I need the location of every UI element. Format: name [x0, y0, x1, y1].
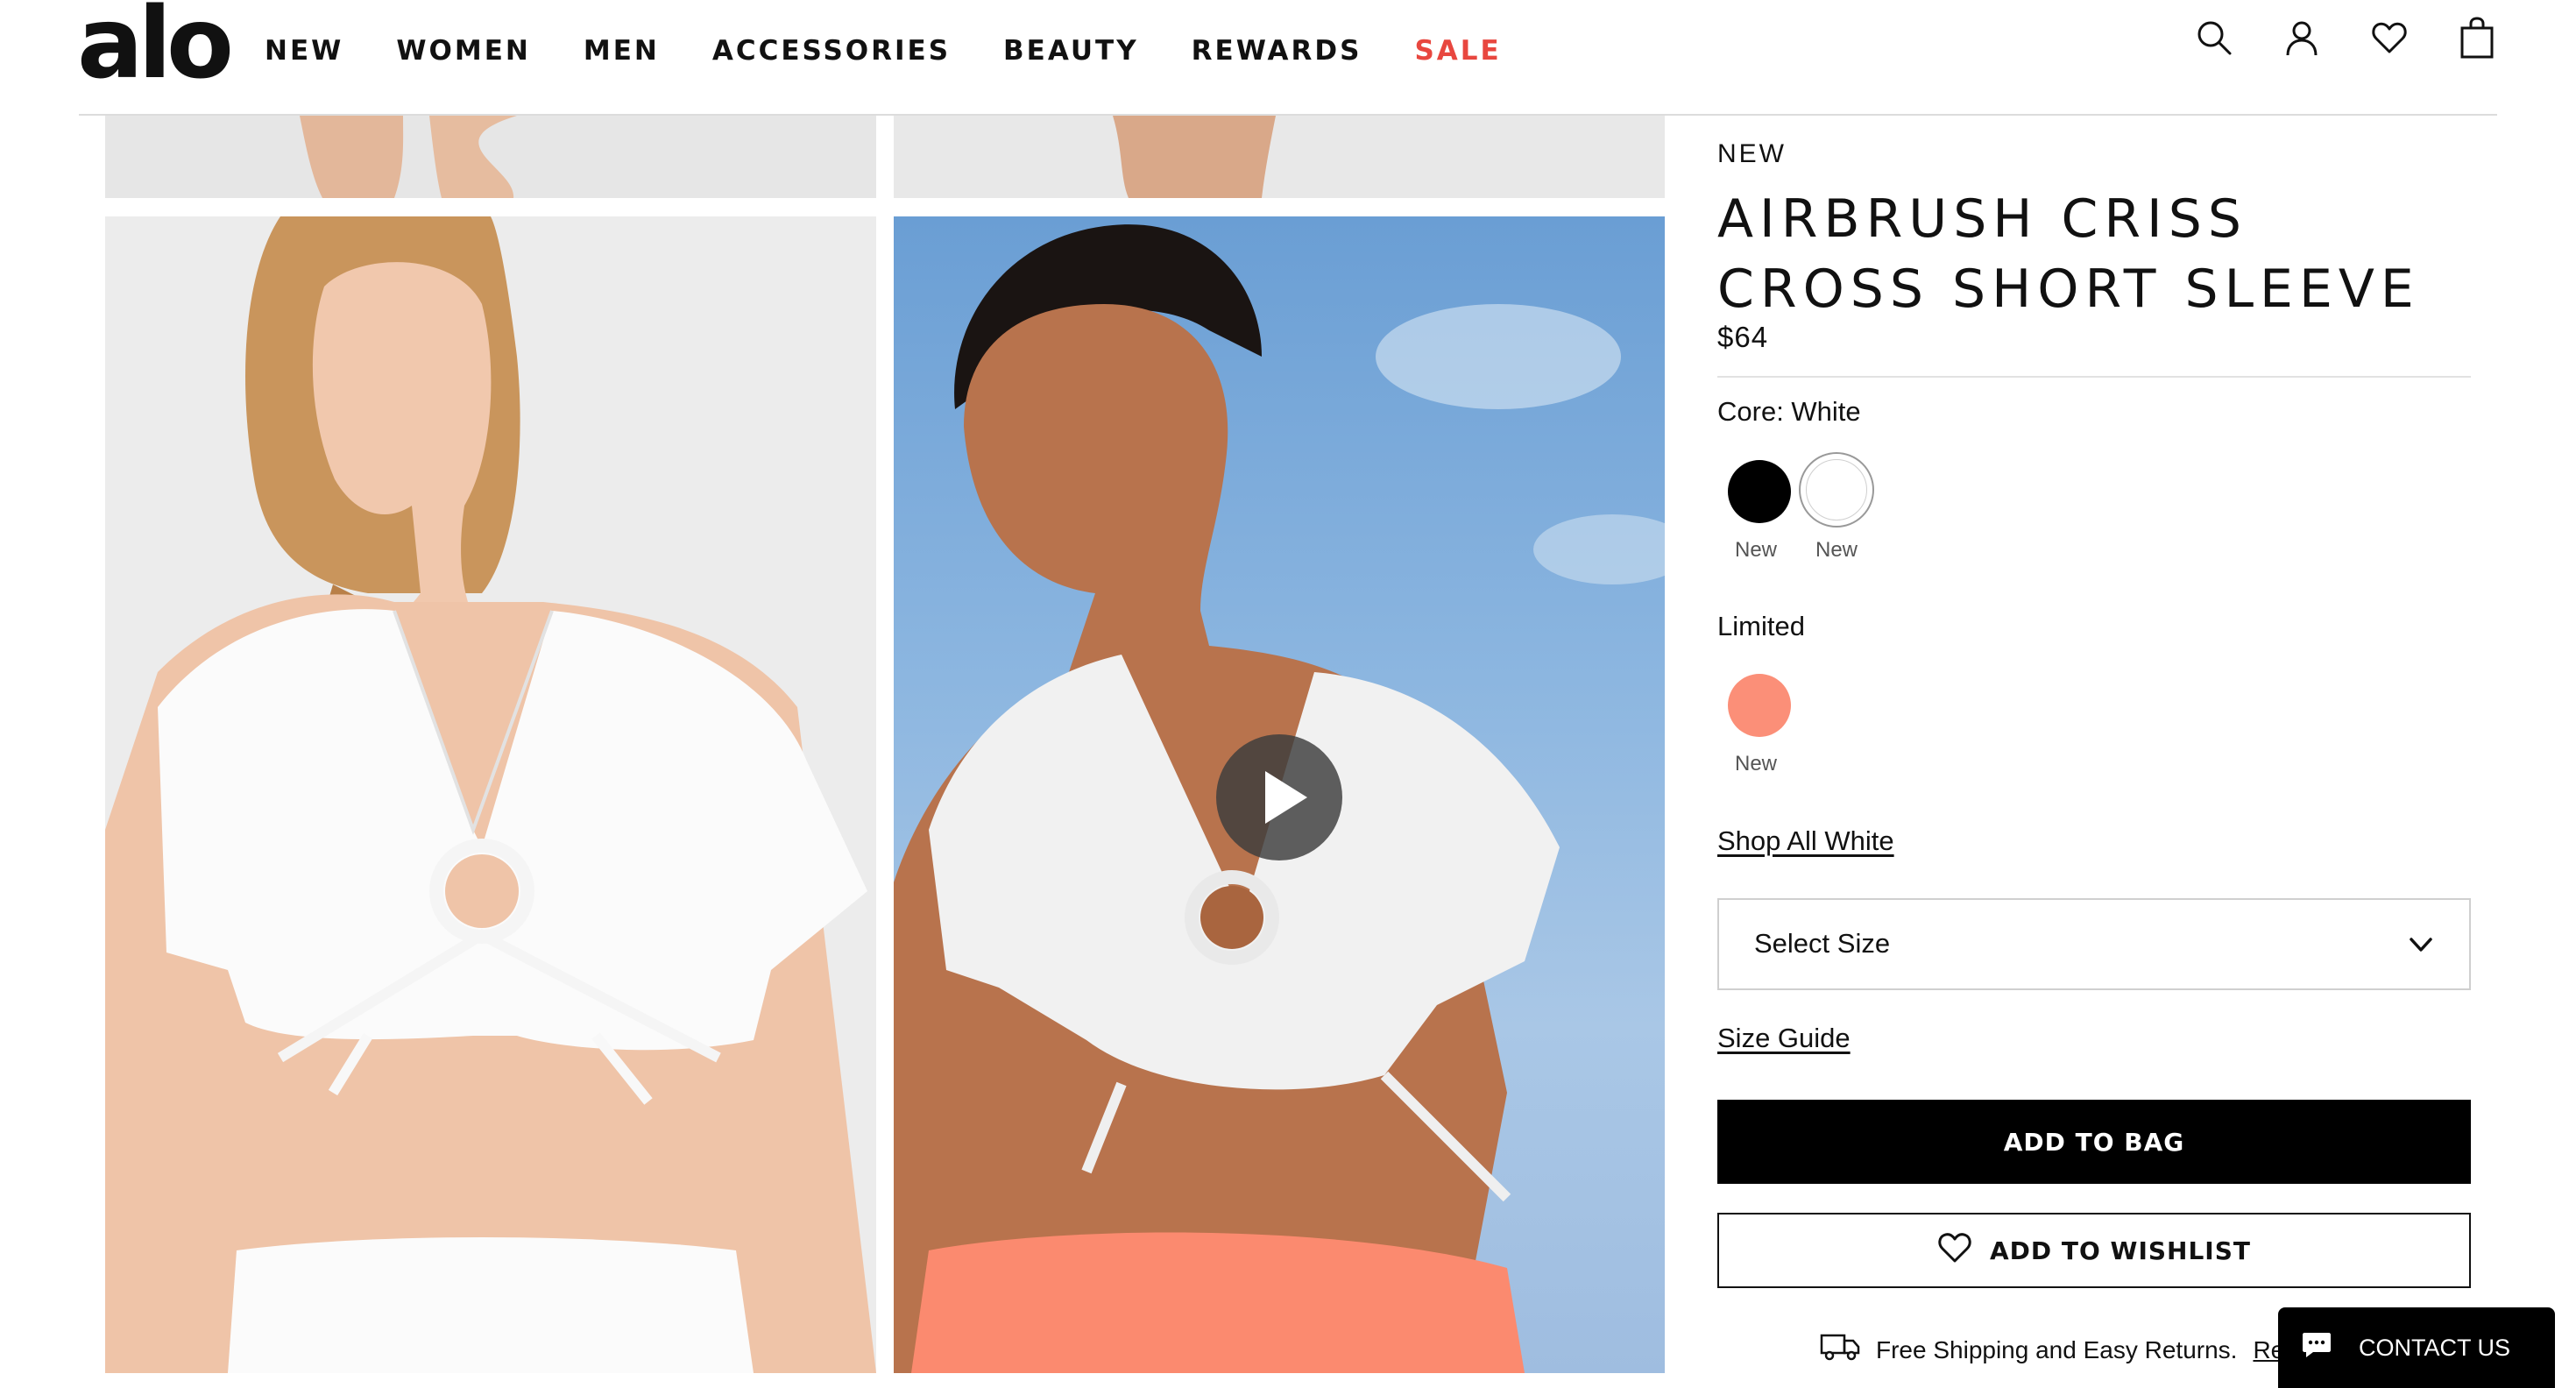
swatch-white-selected[interactable]	[1799, 452, 1874, 528]
add-to-wishlist-button[interactable]: ADD TO WISHLIST	[1717, 1213, 2471, 1288]
shipping-info: Free Shipping and Easy Returns. Re	[1820, 1332, 2284, 1368]
wishlist-heart-icon[interactable]	[2367, 16, 2411, 60]
account-icon[interactable]	[2280, 16, 2324, 60]
price-divider	[1717, 376, 2471, 378]
new-badge: NEW	[1717, 139, 1787, 168]
nav-item-accessories[interactable]: ACCESSORIES	[712, 32, 951, 70]
size-guide-link[interactable]: Size Guide	[1717, 1023, 1851, 1054]
limited-label: Limited	[1717, 611, 1805, 641]
product-price: $64	[1717, 321, 1769, 353]
contact-us-chat-button[interactable]: CONTACT US	[2278, 1307, 2555, 1388]
product-image-partial-left[interactable]	[105, 116, 876, 198]
contact-us-label: CONTACT US	[2359, 1334, 2511, 1361]
color-label: Core: White	[1717, 396, 1861, 427]
add-to-bag-button[interactable]: ADD TO BAG	[1717, 1100, 2471, 1184]
nav-item-men[interactable]: MEN	[584, 32, 660, 70]
size-select-dropdown[interactable]: Select Size	[1717, 898, 2471, 990]
search-icon[interactable]	[2192, 16, 2236, 60]
nav-item-new[interactable]: NEW	[265, 32, 343, 70]
product-image-front[interactable]	[105, 216, 876, 1373]
chevron-down-icon	[2408, 931, 2434, 962]
add-to-wishlist-label: ADD TO WISHLIST	[1990, 1236, 2251, 1265]
nav-item-rewards[interactable]: REWARDS	[1192, 32, 1362, 70]
swatch-black[interactable]	[1728, 460, 1791, 523]
shop-all-white-link[interactable]: Shop All White	[1717, 825, 1894, 857]
chat-bubble-icon	[2301, 1331, 2332, 1365]
swatch-black-caption: New	[1735, 538, 1778, 562]
play-video-button[interactable]	[1216, 734, 1342, 860]
main-nav: NEW WOMEN MEN ACCESSORIES BEAUTY REWARDS…	[265, 32, 1554, 70]
site-header: alo NEW WOMEN MEN ACCESSORIES BEAUTY REW…	[0, 0, 2576, 116]
swatch-coral-caption: New	[1735, 752, 1778, 775]
swatch-white-caption: New	[1815, 538, 1858, 562]
shopping-bag-icon[interactable]	[2455, 16, 2499, 60]
heart-icon	[1937, 1232, 1972, 1270]
nav-item-beauty[interactable]: BEAUTY	[1003, 32, 1139, 70]
product-image-partial-right[interactable]	[894, 116, 1665, 198]
nav-item-women[interactable]: WOMEN	[396, 32, 531, 70]
size-select-label: Select Size	[1754, 928, 1891, 959]
swatch-coral[interactable]	[1728, 674, 1791, 737]
nav-item-sale[interactable]: SALE	[1414, 32, 1501, 70]
product-title: AIRBRUSH CRISS CROSS SHORT SLEEVE	[1717, 188, 2420, 320]
swatch-white-fill	[1806, 459, 1867, 520]
shipping-text: Free Shipping and Easy Returns.	[1876, 1335, 2238, 1363]
delivery-truck-icon	[1820, 1332, 1860, 1368]
header-icons	[2192, 16, 2499, 60]
brand-logo[interactable]: alo	[77, 0, 234, 93]
